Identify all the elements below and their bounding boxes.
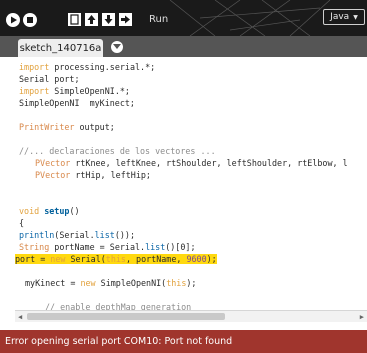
- open-button[interactable]: [85, 13, 98, 26]
- code-line: PVector rtKnee, leftKnee, rtShoulder, le…: [35, 158, 348, 168]
- code-line: PVector rtHip, leftHip;: [35, 170, 151, 180]
- processing-ide-window: Run Java ▼ sketch_140716a import process…: [0, 0, 367, 353]
- toolbar: Run Java ▼: [0, 0, 367, 36]
- tab-menu-button[interactable]: [111, 41, 123, 53]
- tab-bar: sketch_140716a: [0, 36, 367, 57]
- code-editor[interactable]: import processing.serial.*; Serial port;…: [15, 57, 367, 310]
- play-icon: [11, 16, 17, 24]
- mode-selector[interactable]: Java ▼: [323, 9, 365, 25]
- error-status-bar: Error opening serial port COM10: Port no…: [0, 330, 367, 353]
- scrollbar-thumb[interactable]: [27, 313, 225, 320]
- code-line: import processing.serial.*;: [19, 62, 156, 72]
- save-button[interactable]: [102, 13, 115, 26]
- arrow-right-icon: [121, 15, 130, 24]
- export-button[interactable]: [119, 13, 132, 26]
- arrow-down-icon: [104, 15, 113, 24]
- chevron-down-icon: ▼: [353, 13, 358, 21]
- code-line: String portName = Serial.list()[0];: [19, 242, 196, 252]
- new-file-icon: [70, 14, 79, 25]
- scroll-left-icon[interactable]: ◀: [18, 313, 22, 321]
- stop-icon: [27, 17, 33, 23]
- chevron-down-icon: [113, 44, 121, 49]
- mode-label: Java: [330, 12, 350, 22]
- code-comment-line: //... declaraciones de los vectores ...: [19, 146, 216, 156]
- code-line: void setup(): [19, 206, 80, 216]
- horizontal-scrollbar[interactable]: ◀ ▶: [15, 310, 367, 322]
- code-line: import SimpleOpenNI.*;: [19, 86, 130, 96]
- run-label: Run: [149, 14, 169, 25]
- code-comment-line: // enable depthMap generation: [45, 302, 192, 310]
- code-line: Serial port;: [19, 74, 80, 84]
- code-line: myKinect = new SimpleOpenNI(this);: [25, 278, 197, 288]
- run-button[interactable]: [6, 13, 20, 27]
- scroll-right-icon[interactable]: ▶: [360, 313, 364, 321]
- code-line: PrintWriter output;: [19, 122, 115, 132]
- new-button[interactable]: [68, 13, 81, 26]
- arrow-up-icon: [87, 15, 96, 24]
- code-line: SimpleOpenNI myKinect;: [19, 98, 135, 108]
- toolbar-background-pattern: [169, 0, 331, 36]
- tab-sketch[interactable]: sketch_140716a: [18, 39, 103, 57]
- code-line: println(Serial.list());: [19, 230, 135, 240]
- highlighted-code-line: port = new Serial(this, portName, 9600);: [15, 254, 217, 264]
- stop-button[interactable]: [23, 13, 37, 27]
- editor-gutter: [0, 57, 15, 310]
- code-line: {: [19, 218, 25, 228]
